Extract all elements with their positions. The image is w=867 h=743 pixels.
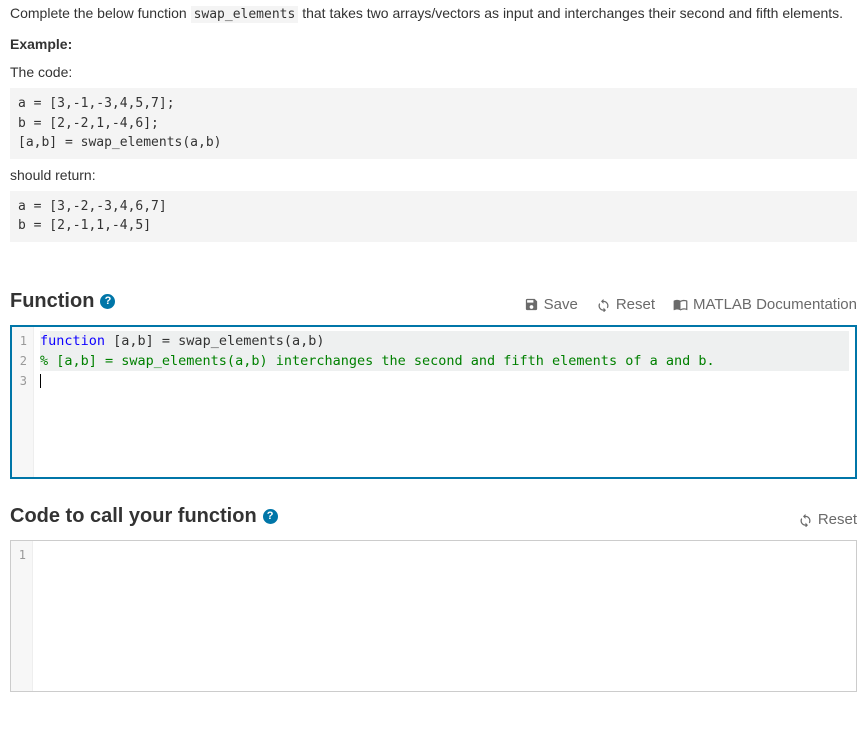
code-line-1: function [a,b] = swap_elements(a,b) [40,331,849,351]
function-code-area[interactable]: function [a,b] = swap_elements(a,b) % [a… [34,327,855,477]
caller-title: Code to call your function [10,505,257,528]
code-line-1 [39,545,850,565]
code-line-2: % [a,b] = swap_elements(a,b) interchange… [40,351,849,371]
should-return-label: should return: [10,167,857,183]
function-editor[interactable]: 1 2 3 function [a,b] = swap_elements(a,b… [10,325,857,479]
function-toolbar: Save Reset MATLAB Documentation [524,296,857,313]
caller-editor[interactable]: 1 [10,540,857,692]
line-number: 3 [16,371,27,391]
help-icon[interactable]: ? [263,509,278,524]
caller-title-wrap: Code to call your function ? [10,505,278,528]
problem-description: Complete the below function swap_element… [10,4,857,24]
book-icon [673,297,688,312]
caller-code-area[interactable] [33,541,856,691]
result-code-block: a = [3,-2,-3,4,6,7] b = [2,-1,1,-4,5] [10,191,857,242]
code-text: [a,b] = swap_elements(a,b) [105,333,324,349]
save-label: Save [544,296,578,313]
desc-text-post: that takes two arrays/vectors as input a… [298,5,843,21]
function-title: Function [10,290,94,313]
reset-label: Reset [616,296,655,313]
line-number: 2 [16,351,27,371]
docs-button[interactable]: MATLAB Documentation [673,296,857,313]
reset-button[interactable]: Reset [596,296,655,313]
comment: % [a,b] = swap_elements(a,b) interchange… [40,353,715,369]
help-icon[interactable]: ? [100,294,115,309]
reset-icon [596,297,611,312]
caller-gutter: 1 [11,541,33,691]
function-gutter: 1 2 3 [12,327,34,477]
code-line-3 [40,371,849,391]
docs-label: MATLAB Documentation [693,296,857,313]
function-title-wrap: Function ? [10,290,115,313]
function-section-header: Function ? Save Reset MATLAB Documentati… [10,290,857,313]
save-icon [524,297,539,312]
caller-section-header: Code to call your function ? Reset [10,505,857,528]
reset-icon [798,512,813,527]
the-code-label: The code: [10,64,857,80]
save-button[interactable]: Save [524,296,578,313]
reset-button[interactable]: Reset [798,511,857,528]
keyword: function [40,333,105,349]
line-number: 1 [16,331,27,351]
example-label: Example: [10,36,857,52]
caller-toolbar: Reset [798,511,857,528]
text-cursor [40,374,41,388]
line-number: 1 [15,545,26,565]
example-code-block: a = [3,-1,-3,4,5,7]; b = [2,-2,1,-4,6]; … [10,88,857,159]
reset-label: Reset [818,511,857,528]
desc-text-pre: Complete the below function [10,5,191,21]
func-name-code: swap_elements [191,6,299,23]
